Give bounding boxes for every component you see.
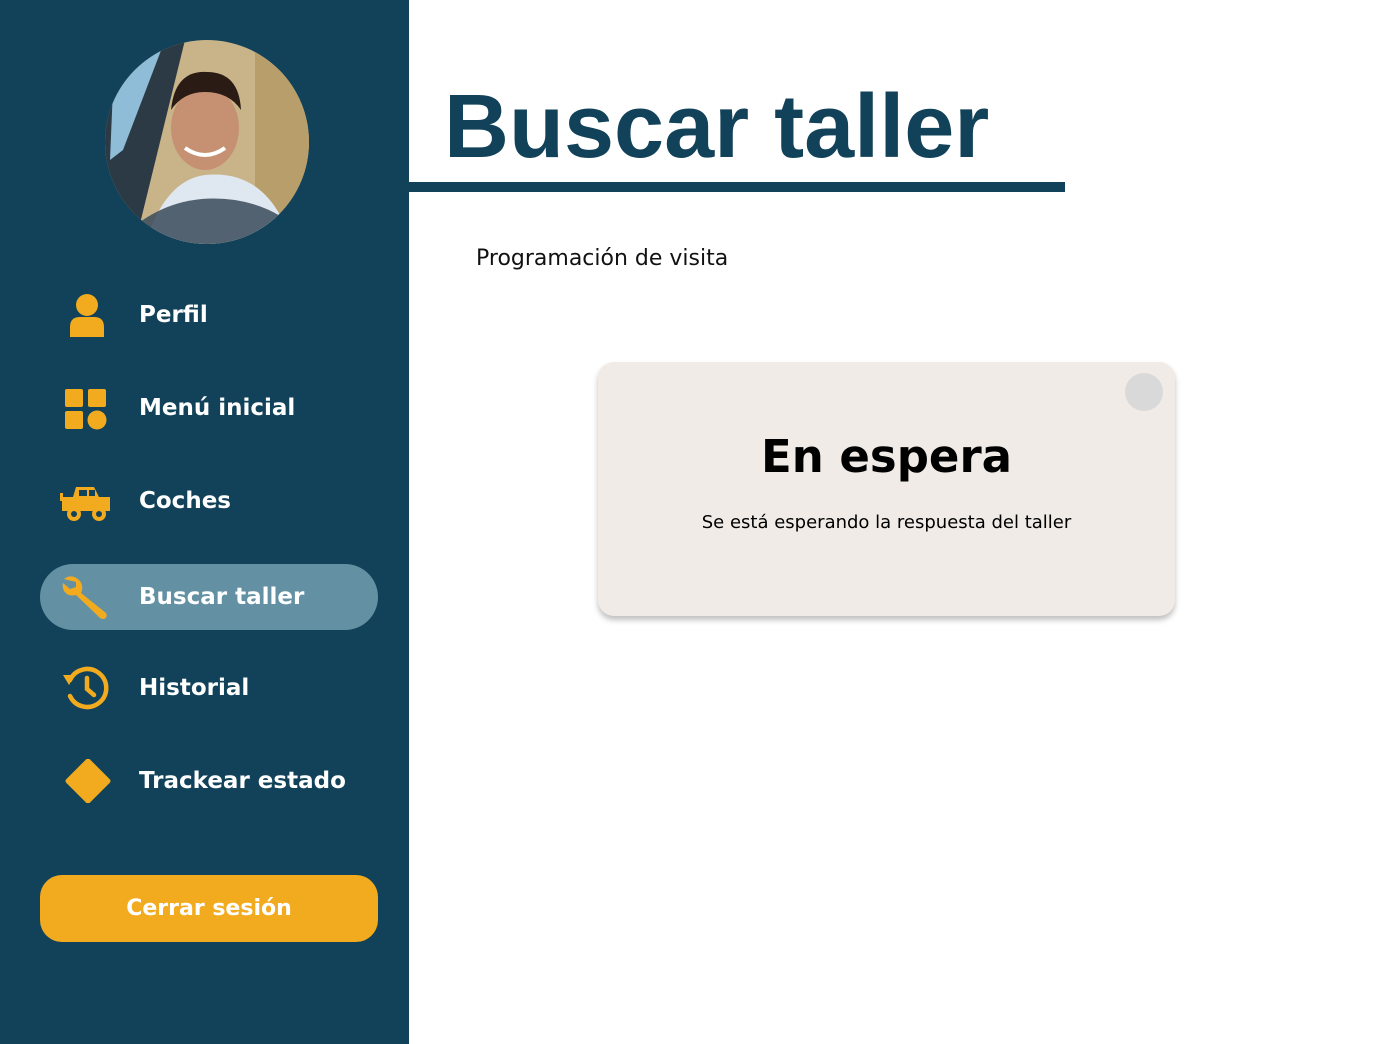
- sidebar-item-perfil[interactable]: Perfil: [40, 282, 378, 348]
- sidebar-item-label: Coches: [139, 488, 231, 514]
- sidebar-item-label: Menú inicial: [139, 395, 296, 421]
- sidebar: Perfil Menú inicial Coches Buscar taller…: [0, 0, 409, 1044]
- logout-button[interactable]: Cerrar sesión: [40, 875, 378, 942]
- jeep-icon: [60, 479, 112, 523]
- person-icon: [60, 293, 112, 337]
- status-card-title: En espera: [760, 430, 1013, 483]
- page-title: Buscar taller: [444, 77, 990, 177]
- wrench-icon: [60, 575, 112, 619]
- sidebar-item-label: Historial: [139, 675, 250, 701]
- sidebar-item-menu-inicial[interactable]: Menú inicial: [40, 375, 378, 441]
- sidebar-item-historial[interactable]: Historial: [40, 655, 378, 721]
- grid-icon: [60, 386, 112, 430]
- sidebar-item-label: Buscar taller: [139, 584, 305, 610]
- sidebar-item-label: Perfil: [139, 302, 208, 328]
- sidebar-item-trackear-estado[interactable]: Trackear estado: [40, 748, 378, 814]
- close-icon[interactable]: [1125, 373, 1163, 411]
- title-underline: [409, 182, 1065, 192]
- sidebar-item-coches[interactable]: Coches: [40, 468, 378, 534]
- section-label: Programación de visita: [476, 246, 729, 271]
- status-card-message: Se está esperando la respuesta del talle…: [701, 512, 1072, 533]
- status-card: En espera Se está esperando la respuesta…: [598, 362, 1175, 616]
- sidebar-item-label: Trackear estado: [139, 768, 346, 794]
- history-icon: [60, 666, 112, 710]
- sidebar-item-buscar-taller[interactable]: Buscar taller: [40, 564, 378, 630]
- avatar: [105, 40, 309, 244]
- diamond-icon: [60, 759, 112, 803]
